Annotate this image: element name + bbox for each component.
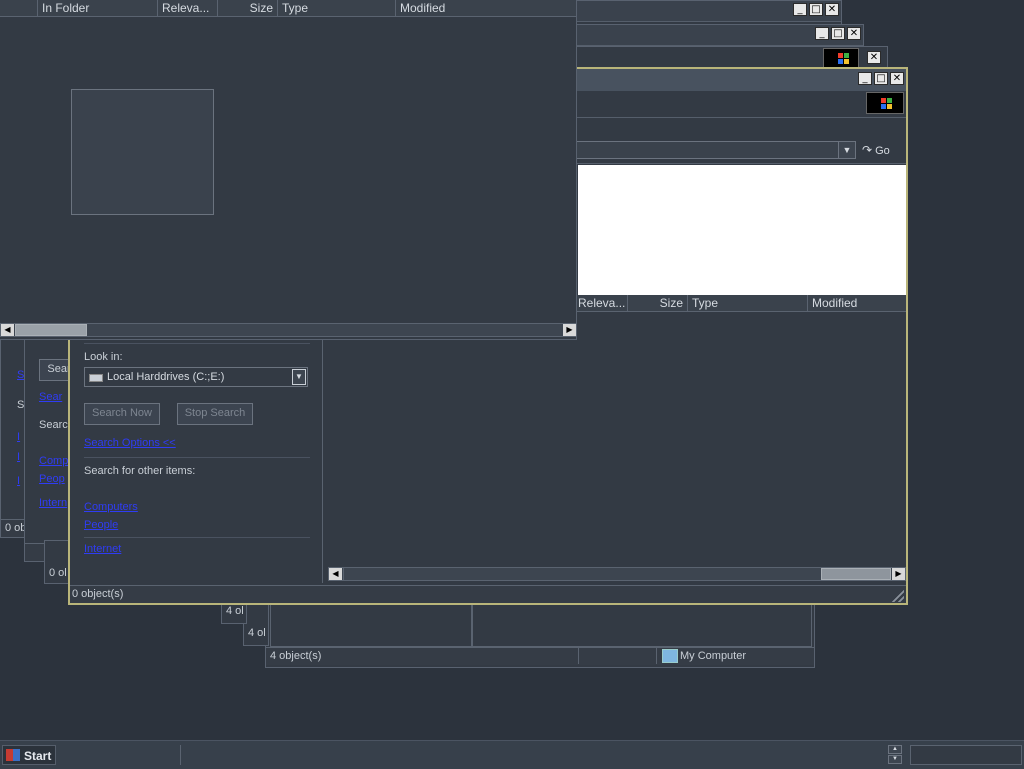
bg-pane-left <box>270 603 472 647</box>
look-in-select[interactable]: Local Harddrives (C:;E:) ▼ <box>84 367 308 387</box>
col-relevance[interactable]: Releva... <box>574 295 628 311</box>
partial-link[interactable]: I <box>17 451 20 463</box>
partial-link[interactable]: Peop <box>39 473 65 485</box>
partial-link[interactable]: Intern <box>39 497 67 509</box>
bg-window-1-titlebar[interactable]: _ □ ✕ <box>561 1 841 22</box>
bg-statusbar: 4 object(s) My Computer <box>266 647 814 665</box>
scroll-left-icon[interactable]: ◀ <box>1 324 14 336</box>
partial-link[interactable]: Sear <box>39 391 62 403</box>
go-label: Go <box>875 145 890 157</box>
resize-grip-icon[interactable] <box>892 590 904 602</box>
col-modified[interactable]: Modified <box>808 295 906 311</box>
taskbar: Start ▲ ▼ <box>0 740 1024 769</box>
bg-window-2: _ □ ✕ <box>570 24 864 48</box>
look-in-value: Local Harddrives (C:;E:) <box>107 371 225 383</box>
partial-status: 4 ol <box>226 605 244 617</box>
taskbar-divider <box>180 745 181 765</box>
go-arrow-icon: ↷ <box>862 143 873 157</box>
computers-link[interactable]: Computers <box>84 501 138 513</box>
scroll-right-icon[interactable]: ▶ <box>892 568 905 580</box>
partial-status: 0 ol <box>49 567 67 579</box>
minimize-icon[interactable]: _ <box>815 27 829 40</box>
address-dropdown-icon[interactable]: ▼ <box>838 142 855 158</box>
front-column-header: In Folder Releva... Size Type Modified <box>0 0 576 17</box>
look-in-dropdown-icon[interactable]: ▼ <box>292 369 306 385</box>
close-icon[interactable]: ✕ <box>890 72 904 85</box>
system-tray <box>910 745 1022 765</box>
results-preview-area <box>578 165 906 295</box>
go-button[interactable]: ↷ Go <box>862 141 902 159</box>
bg-window-lower-1: 4 object(s) My Computer <box>265 600 815 668</box>
close-icon[interactable]: ✕ <box>867 51 881 64</box>
front-horizontal-scrollbar[interactable]: ◀ ▶ <box>0 323 577 337</box>
maximize-icon[interactable]: □ <box>874 72 888 85</box>
minimize-icon[interactable]: _ <box>858 72 872 85</box>
partial-status: 4 ol <box>248 627 266 639</box>
close-icon[interactable]: ✕ <box>847 27 861 40</box>
bg-window-left-2: Sear Sear Searc Comp Peop Intern <box>24 330 79 562</box>
partial-link[interactable]: Comp <box>39 455 68 467</box>
taskbar-scroll-up-icon[interactable]: ▲ <box>888 745 902 754</box>
main-statusbar: 0 object(s) <box>70 585 906 603</box>
maximize-icon[interactable]: □ <box>831 27 845 40</box>
scroll-thumb[interactable] <box>15 324 87 336</box>
results-horizontal-scrollbar[interactable]: ◀ ▶ <box>328 567 906 581</box>
scroll-right-icon[interactable]: ▶ <box>563 324 576 336</box>
bg-window-2-titlebar[interactable]: _ □ ✕ <box>571 25 863 46</box>
look-in-label: Look in: <box>84 351 123 363</box>
scroll-thumb[interactable] <box>821 568 891 580</box>
computer-icon <box>662 649 678 663</box>
scroll-left-icon[interactable]: ◀ <box>329 568 342 580</box>
partial-search-label: Searc <box>39 419 68 431</box>
results-window-front: In Folder Releva... Size Type Modified ◀… <box>0 0 577 340</box>
start-logo-icon <box>6 749 20 761</box>
bg-pane-right <box>472 603 812 647</box>
search-now-button[interactable]: Search Now <box>84 403 160 425</box>
col-modified[interactable]: Modified <box>396 0 576 16</box>
col-type[interactable]: Type <box>688 295 808 311</box>
stop-search-button[interactable]: Stop Search <box>177 403 253 425</box>
col-relevance[interactable]: Releva... <box>158 0 218 16</box>
status-object-count: 0 object(s) <box>72 588 124 600</box>
drive-icon <box>89 374 103 382</box>
maximize-icon[interactable]: □ <box>809 3 823 16</box>
bg-window-1: _ □ ✕ <box>560 0 842 26</box>
col-in-folder[interactable]: In Folder <box>38 0 158 16</box>
status-objects: 4 object(s) <box>270 650 322 662</box>
minimize-icon[interactable]: _ <box>793 3 807 16</box>
partial-link[interactable]: I <box>17 475 20 487</box>
status-location: My Computer <box>680 650 747 662</box>
search-options-link[interactable]: Search Options << <box>84 437 176 449</box>
search-pane: Look in: Local Harddrives (C:;E:) ▼ Sear… <box>70 339 323 583</box>
results-placeholder-box <box>71 89 214 215</box>
col-size[interactable]: Size <box>218 0 278 16</box>
windows-logo-icon <box>823 48 859 68</box>
partial-link[interactable]: I <box>17 431 20 443</box>
windows-logo-icon <box>866 92 904 114</box>
people-link[interactable]: People <box>84 519 118 531</box>
start-label: Start <box>24 749 52 763</box>
col-size[interactable]: Size <box>628 295 688 311</box>
other-items-label: Search for other items: <box>84 465 196 477</box>
close-icon[interactable]: ✕ <box>825 3 839 16</box>
taskbar-scroll-down-icon[interactable]: ▼ <box>888 755 902 764</box>
results-column-header: Releva... Size Type Modified <box>574 295 906 312</box>
col-type[interactable]: Type <box>278 0 396 16</box>
internet-link[interactable]: Internet <box>84 543 121 555</box>
start-button[interactable]: Start <box>2 745 56 765</box>
